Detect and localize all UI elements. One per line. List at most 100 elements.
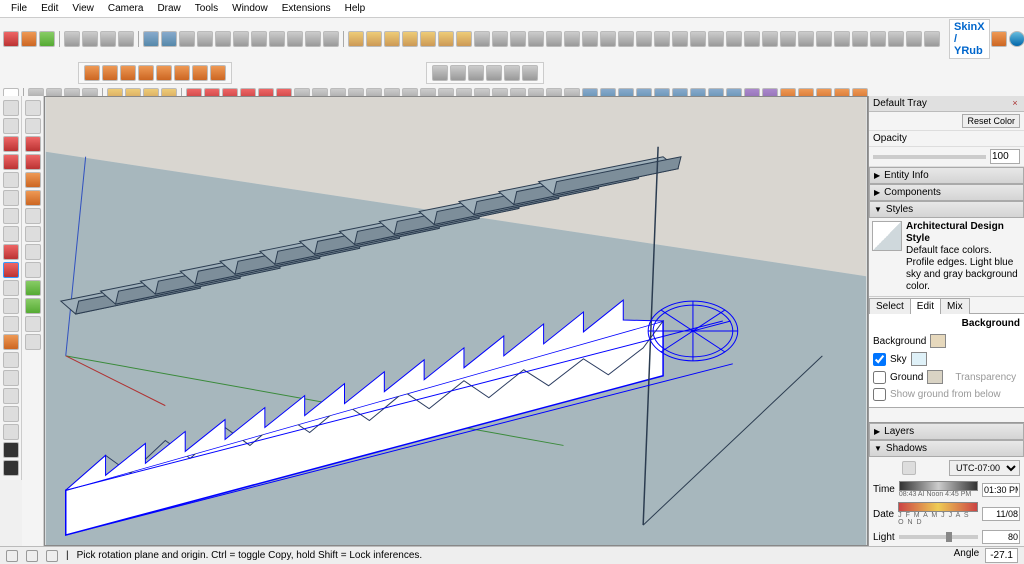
sandbox-icon[interactable] <box>210 65 226 81</box>
shadow-toggle-icon[interactable] <box>902 461 916 475</box>
tab-edit[interactable]: Edit <box>910 298 941 314</box>
sandbox-icon[interactable] <box>192 65 208 81</box>
scale-tool-icon[interactable] <box>3 280 19 296</box>
tool-icon[interactable] <box>834 31 850 47</box>
tool-icon[interactable] <box>348 31 364 47</box>
tool-icon[interactable] <box>143 31 159 47</box>
sandbox-icon[interactable] <box>120 65 136 81</box>
offset-tool-icon[interactable] <box>3 226 19 242</box>
background-swatch[interactable] <box>930 334 946 348</box>
tool-icon[interactable] <box>816 31 832 47</box>
tool-icon[interactable] <box>366 31 382 47</box>
tool-icon[interactable] <box>3 31 19 47</box>
tool-icon[interactable] <box>906 31 922 47</box>
move-tool-icon[interactable] <box>3 244 19 260</box>
menu-help[interactable]: Help <box>338 1 373 16</box>
light-slider[interactable] <box>899 535 978 539</box>
tool-icon[interactable] <box>64 31 80 47</box>
panel-styles[interactable]: ▼Styles <box>869 201 1024 218</box>
tool-icon[interactable] <box>197 31 213 47</box>
date-slider[interactable] <box>898 502 978 512</box>
tool-icon[interactable] <box>25 280 41 296</box>
text-tool-icon[interactable] <box>3 316 19 332</box>
paint-tool-icon[interactable] <box>3 334 19 350</box>
tool-icon[interactable] <box>25 244 41 260</box>
zoom-extents-icon[interactable] <box>3 406 19 422</box>
tape-tool-icon[interactable] <box>3 298 19 314</box>
sandbox-icon[interactable] <box>84 65 100 81</box>
tool-icon[interactable] <box>21 31 37 47</box>
tool-icon[interactable] <box>25 226 41 242</box>
tab-select[interactable]: Select <box>869 298 911 314</box>
tool-icon[interactable] <box>564 31 580 47</box>
tool-icon[interactable] <box>3 424 19 440</box>
time-slider[interactable] <box>899 481 978 491</box>
tool-icon[interactable] <box>25 190 41 206</box>
tool-icon[interactable] <box>25 208 41 224</box>
circle-tool-icon[interactable] <box>3 190 19 206</box>
ground-checkbox[interactable] <box>873 371 886 384</box>
select-tool-icon[interactable] <box>3 100 19 116</box>
tool-icon[interactable] <box>798 31 814 47</box>
tool-icon[interactable] <box>690 31 706 47</box>
close-icon[interactable]: × <box>1010 98 1020 108</box>
skinx-label[interactable]: SkinX / YRub <box>949 19 990 59</box>
tool-icon[interactable] <box>25 172 41 188</box>
menu-tools[interactable]: Tools <box>188 1 225 16</box>
menu-file[interactable]: File <box>4 1 34 16</box>
menu-edit[interactable]: Edit <box>34 1 65 16</box>
tool-icon[interactable] <box>654 31 670 47</box>
tool-icon[interactable] <box>384 31 400 47</box>
panel-shadows[interactable]: ▼Shadows <box>869 440 1024 457</box>
tool-icon[interactable] <box>672 31 688 47</box>
tool-icon[interactable] <box>25 334 41 350</box>
layers-icon[interactable] <box>450 65 466 81</box>
tool-icon[interactable] <box>39 31 55 47</box>
tool-icon[interactable] <box>870 31 886 47</box>
layers-icon[interactable] <box>486 65 502 81</box>
layers-icon[interactable] <box>468 65 484 81</box>
light-value-input[interactable] <box>982 530 1020 544</box>
tool-icon[interactable] <box>25 100 41 116</box>
tool-icon[interactable] <box>618 31 634 47</box>
rotate-tool-icon[interactable] <box>3 262 19 278</box>
tool-icon[interactable] <box>3 442 19 458</box>
tab-mix[interactable]: Mix <box>940 298 970 314</box>
arc-tool-icon[interactable] <box>3 154 19 170</box>
orbit-tool-icon[interactable] <box>3 352 19 368</box>
show-ground-checkbox[interactable] <box>873 388 886 401</box>
panel-layers[interactable]: ▶Layers <box>869 423 1024 440</box>
line-tool-icon[interactable] <box>3 136 19 152</box>
layers-icon[interactable] <box>432 65 448 81</box>
tool-icon[interactable] <box>474 31 490 47</box>
tool-icon[interactable] <box>287 31 303 47</box>
panel-entity-info[interactable]: ▶Entity Info <box>869 167 1024 184</box>
tool-icon[interactable] <box>852 31 868 47</box>
tool-icon[interactable] <box>402 31 418 47</box>
tool-icon[interactable] <box>456 31 472 47</box>
tool-icon[interactable] <box>25 154 41 170</box>
menu-extensions[interactable]: Extensions <box>275 1 338 16</box>
walk-icon[interactable] <box>3 460 19 476</box>
timezone-select[interactable]: UTC-07:00 <box>949 460 1020 476</box>
sky-swatch[interactable] <box>911 352 927 366</box>
status-icon[interactable] <box>6 550 18 562</box>
tool-icon[interactable] <box>305 31 321 47</box>
sandbox-icon[interactable] <box>156 65 172 81</box>
rectangle-tool-icon[interactable] <box>3 172 19 188</box>
model-viewport[interactable] <box>44 96 868 546</box>
tool-icon[interactable] <box>726 31 742 47</box>
question-icon[interactable] <box>1009 31 1024 47</box>
tool-icon[interactable] <box>269 31 285 47</box>
layers-icon[interactable] <box>522 65 538 81</box>
status-icon[interactable] <box>26 550 38 562</box>
tool-icon[interactable] <box>25 262 41 278</box>
tool-icon[interactable] <box>708 31 724 47</box>
tool-icon[interactable] <box>100 31 116 47</box>
menu-draw[interactable]: Draw <box>150 1 187 16</box>
ground-swatch[interactable] <box>927 370 943 384</box>
tool-icon[interactable] <box>546 31 562 47</box>
tool-icon[interactable] <box>233 31 249 47</box>
tool-icon[interactable] <box>161 31 177 47</box>
opacity-value-input[interactable] <box>990 149 1020 164</box>
